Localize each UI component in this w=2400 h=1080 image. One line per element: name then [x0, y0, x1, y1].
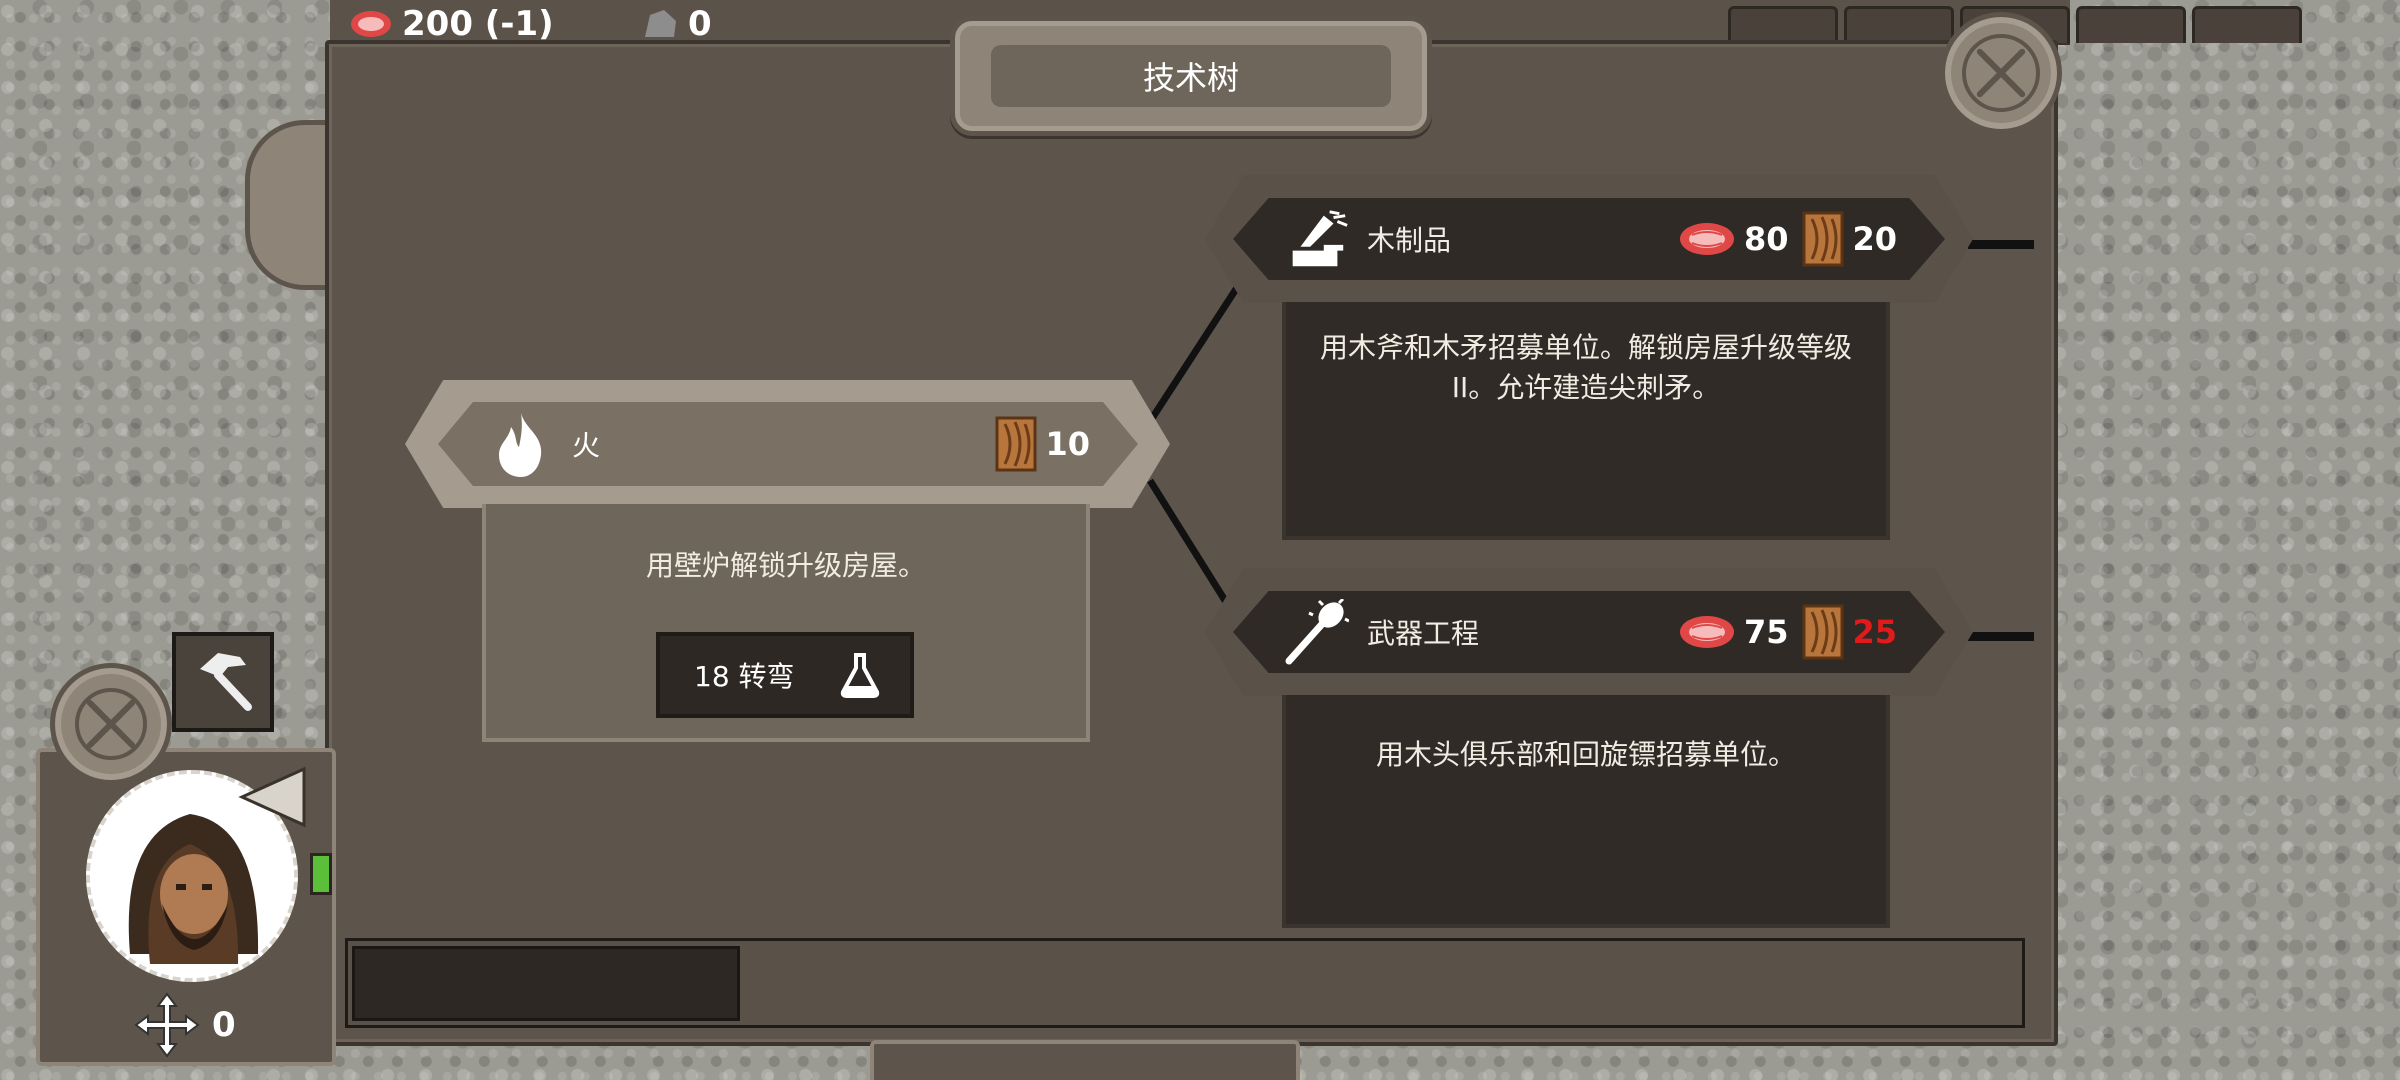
turns-label: 18 转弯: [694, 660, 795, 693]
tech-node-label: 火: [572, 429, 601, 462]
tech-description-text: 用壁炉解锁升级房屋。: [645, 549, 926, 582]
tech-description-text: 用木头俱乐部和回旋镖招募单位。: [1375, 738, 1796, 771]
triangle-left-icon: [238, 766, 306, 828]
meat-icon: [351, 11, 391, 37]
meat-cost-value: 75: [1743, 613, 1789, 651]
build-button[interactable]: [172, 632, 274, 732]
tech-node-weapon-description: 用木头俱乐部和回旋镖招募单位。: [1282, 695, 1890, 928]
tech-node-woodwork-description: 用木斧和木矛招募单位。解锁房屋升级等级II。允许建造尖刺矛。: [1282, 302, 1890, 540]
anvil-icon: [1281, 204, 1351, 274]
hammer-icon: [200, 653, 252, 711]
progress-slot: [352, 946, 740, 1021]
meat-icon: [1679, 616, 1734, 648]
tech-node-weapon[interactable]: 武器工程 75 25: [1233, 591, 1945, 673]
meat-cost: 75: [1678, 612, 1789, 652]
tech-node-fire[interactable]: 火 10: [438, 402, 1138, 486]
club-icon: [1281, 597, 1351, 667]
top-tab-1[interactable]: [1728, 6, 1838, 43]
wood-cost: 25: [1802, 604, 1897, 660]
fire-icon: [486, 409, 556, 479]
wood-icon: [1802, 211, 1844, 267]
close-unit-button[interactable]: [50, 663, 172, 785]
meat-cost: 80: [1678, 219, 1789, 259]
wood-cost: 10: [995, 416, 1090, 472]
panel-title: 技术树: [991, 45, 1391, 107]
bottom-tab: [870, 1040, 1300, 1080]
collapse-button[interactable]: [236, 765, 310, 829]
stone-value: 0: [688, 4, 712, 44]
close-panel-button[interactable]: [1940, 12, 2062, 134]
stone-resource: 0: [640, 4, 712, 44]
research-turns-button[interactable]: 18 转弯: [656, 632, 914, 718]
wood-cost: 20: [1802, 211, 1897, 267]
close-icon: [75, 688, 147, 760]
move-points: 0: [132, 990, 236, 1060]
flask-icon: [840, 653, 880, 698]
wood-cost-value: 25: [1852, 613, 1897, 651]
stone-icon: [645, 10, 676, 37]
meat-value: 200 (-1): [402, 4, 554, 44]
wood-icon: [995, 416, 1037, 472]
title-plate: 技术树: [950, 16, 1432, 136]
top-tab-4[interactable]: [2076, 6, 2186, 43]
health-indicator: [310, 853, 332, 895]
tree-connector-tail: [1968, 240, 2034, 249]
tech-node-label: 武器工程: [1367, 617, 1480, 650]
wood-cost-value: 20: [1852, 220, 1897, 258]
move-icon: [134, 992, 200, 1058]
meat-cost-value: 80: [1743, 220, 1789, 258]
meat-icon: [1679, 223, 1734, 255]
tech-node-label: 木制品: [1367, 224, 1452, 257]
close-icon: [1962, 34, 2040, 112]
tech-node-woodwork[interactable]: 木制品 80 20: [1233, 198, 1945, 280]
top-tab-2[interactable]: [1844, 6, 1954, 43]
meat-resource: 200 (-1): [348, 4, 554, 44]
tech-description-text: 用木斧和木矛招募单位。解锁房屋升级等级II。允许建造尖刺矛。: [1319, 331, 1852, 404]
tree-connector-tail: [1968, 632, 2034, 641]
move-points-value: 0: [212, 1005, 236, 1045]
wood-cost-value: 10: [1045, 425, 1090, 463]
wood-icon: [1802, 604, 1844, 660]
top-tab-5[interactable]: [2192, 6, 2302, 43]
